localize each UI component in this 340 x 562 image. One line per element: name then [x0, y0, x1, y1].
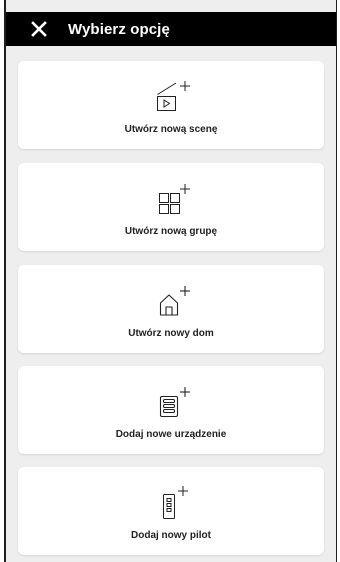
option-label: Utwórz nową scenę — [124, 124, 218, 135]
option-label: Utwórz nową grupę — [124, 226, 218, 237]
option-create-group-button[interactable]: Utwórz nową grupę — [18, 163, 324, 251]
option-label: Utwórz nowy dom — [128, 328, 214, 339]
close-icon — [31, 21, 47, 37]
option-label: Dodaj nowe urządzenie — [115, 429, 227, 440]
add-scene-icon — [157, 81, 190, 111]
add-remote-icon — [163, 486, 188, 519]
add-group-icon — [159, 184, 190, 214]
option-create-scene-button[interactable]: Utwórz nową scenę — [18, 61, 324, 149]
add-device-icon — [159, 387, 190, 418]
header-bar: Wybierz opcję — [6, 12, 336, 46]
add-home-icon — [159, 286, 190, 316]
option-create-home-button[interactable]: Utwórz nowy dom — [18, 265, 324, 353]
option-label: Dodaj nowy pilot — [131, 530, 211, 541]
option-add-remote-button[interactable]: Dodaj nowy pilot — [18, 467, 324, 555]
page-title: Wybierz opcję — [68, 20, 170, 38]
dialog-frame: Wybierz opcję Utwórz nową scenę Utwórz n… — [4, 0, 337, 562]
option-add-device-button[interactable]: Dodaj nowe urządzenie — [18, 366, 324, 454]
close-button[interactable] — [22, 12, 56, 46]
